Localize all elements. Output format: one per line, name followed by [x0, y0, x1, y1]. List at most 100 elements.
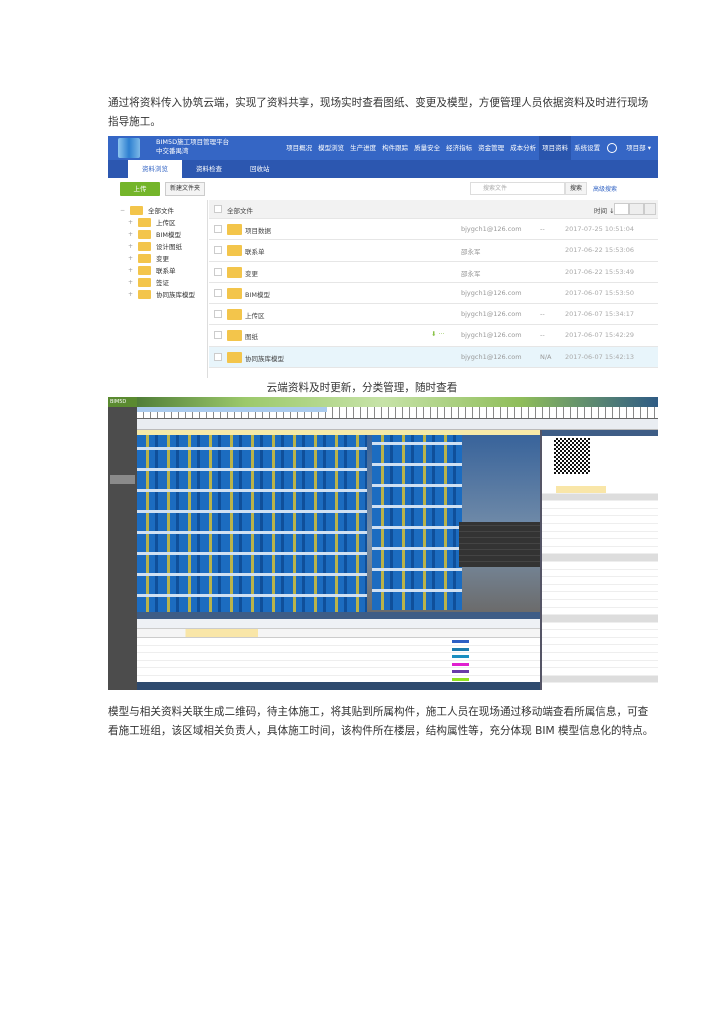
task-color-bar: [452, 640, 469, 643]
sort-by-time[interactable]: 时间 ↓: [594, 205, 615, 215]
search-button[interactable]: 搜索: [565, 182, 587, 195]
timeline-ruler[interactable]: [137, 407, 658, 419]
folder-tree: − 全部文件 + 上传区 + BIM模型 + 设计图纸 + 变更 + 联系单 + 签证 + 协同…: [108, 200, 208, 378]
nav-item[interactable]: 资金管理: [475, 136, 507, 160]
row-checkbox[interactable]: [214, 225, 222, 233]
row-checkbox[interactable]: [214, 288, 222, 297]
nav-item[interactable]: 构件跟踪: [379, 136, 411, 160]
platform-title: BIM5D施工项目管理平台: [156, 138, 230, 146]
properties-panel: [540, 430, 658, 690]
tree-node[interactable]: + 变更: [128, 252, 169, 264]
folder-icon: [138, 217, 151, 227]
caption: 云端资料及时更新，分类管理，随时查看: [266, 382, 458, 394]
folder-icon: [227, 224, 242, 235]
platform-header: BIM5D施工项目管理平台 中交番禺湾 项目概况 模型浏览 生产进度 构件跟踪 …: [108, 136, 658, 160]
search-input[interactable]: 搜索文件: [470, 182, 565, 195]
file-time: 2017-06-22 15:53:06: [565, 246, 635, 255]
file-row[interactable]: BIM模型 bjygch1@126.com 2017-06-07 15:53:5…: [209, 283, 658, 305]
app-titlebar: [108, 397, 658, 407]
folder-icon: [227, 245, 242, 257]
property-row: [542, 668, 658, 676]
sidebar-item[interactable]: [110, 419, 135, 428]
schedule-row[interactable]: [137, 638, 540, 646]
main-nav: 项目概况 模型浏览 生产进度 构件跟踪 质量安全 经济指标 资金管理 成本分析 …: [283, 136, 654, 160]
schedule-row[interactable]: [137, 661, 540, 668]
file-name[interactable]: 联系单: [245, 246, 265, 256]
nav-item[interactable]: 生产进度: [347, 136, 379, 160]
row-checkbox[interactable]: [214, 246, 222, 255]
refresh-icon[interactable]: [614, 203, 629, 215]
download-icon[interactable]: ⬇ ···: [431, 330, 445, 338]
tree-node[interactable]: + 协同族库模型: [128, 288, 195, 300]
advanced-search-link[interactable]: 高级搜索: [593, 184, 617, 193]
file-owner: bjygch1@126.com: [461, 331, 522, 340]
nav-item[interactable]: 项目概况: [283, 136, 315, 160]
nav-item[interactable]: 模型浏览: [315, 136, 347, 160]
tab-recycle[interactable]: 回收站: [236, 160, 284, 178]
sidebar-item[interactable]: [110, 504, 135, 513]
schedule-table: [137, 612, 540, 690]
file-name[interactable]: 项目数据: [245, 225, 271, 235]
file-name[interactable]: 图纸: [245, 331, 258, 341]
tree-node[interactable]: + 签证: [128, 276, 169, 288]
sidebar-item-active[interactable]: [110, 475, 135, 484]
file-name[interactable]: 变更: [245, 268, 258, 278]
row-checkbox[interactable]: [214, 310, 222, 319]
user-avatar-icon[interactable]: [607, 143, 618, 153]
nav-item[interactable]: 质量安全: [411, 136, 443, 160]
file-row[interactable]: 图纸 ⬇ ··· bjygch1@126.com -- 2017-06-07 1…: [209, 325, 658, 347]
nav-item[interactable]: 成本分析: [507, 136, 539, 160]
row-checkbox[interactable]: [214, 267, 222, 276]
nav-item[interactable]: 经济指标: [443, 136, 475, 160]
property-row: [542, 562, 658, 570]
sidebar-item[interactable]: [110, 491, 135, 500]
tree-node[interactable]: + 联系单: [128, 264, 176, 276]
file-name[interactable]: 协同族库模型: [245, 353, 284, 363]
tab-browse[interactable]: 资料浏览: [128, 160, 182, 178]
tree-view-icon[interactable]: [629, 203, 644, 215]
file-name[interactable]: 上传区: [245, 310, 265, 320]
nav-item-active[interactable]: 项目资料: [539, 136, 572, 160]
row-checkbox[interactable]: [214, 331, 222, 340]
schedule-row[interactable]: [137, 668, 540, 676]
property-row: [542, 653, 658, 661]
new-folder-button[interactable]: 新建文件夹: [165, 182, 205, 196]
sidebar-item[interactable]: [110, 432, 135, 441]
3d-viewport[interactable]: [137, 430, 540, 615]
file-time: 2017-06-07 15:42:29: [565, 331, 635, 340]
select-all-checkbox[interactable]: [214, 205, 222, 213]
file-owner: 邵永军: [461, 248, 481, 257]
property-row: [542, 524, 658, 532]
file-size: --: [540, 310, 545, 319]
user-menu[interactable]: 项目部 ▾: [623, 136, 654, 160]
sub-tabs: 资料浏览 资料检查 回收站: [108, 160, 658, 178]
grid-view-icon[interactable]: [644, 203, 656, 215]
file-row[interactable]: 项目数据 bjygch1@126.com -- 2017-07-25 10:51…: [209, 219, 658, 241]
schedule-row[interactable]: [137, 646, 540, 653]
tree-root[interactable]: − 全部文件: [120, 204, 174, 216]
task-color-bar: [452, 677, 469, 681]
upload-button[interactable]: 上传: [120, 182, 160, 196]
row-checkbox[interactable]: [214, 352, 222, 361]
file-row[interactable]: 上传区 bjygch1@126.com -- 2017-06-07 15:34:…: [209, 304, 658, 326]
sidebar-item[interactable]: [110, 445, 135, 454]
file-name[interactable]: BIM模型: [245, 289, 270, 299]
nav-item[interactable]: 系统设置: [571, 136, 603, 160]
tree-node[interactable]: + BIM模型: [128, 228, 181, 240]
file-row[interactable]: 协同族库模型 bjygch1@126.com N/A 2017-06-07 15…: [209, 346, 658, 369]
tree-node[interactable]: + 上传区: [128, 216, 176, 228]
property-row: [542, 493, 658, 502]
property-row: [542, 638, 658, 646]
folder-icon: [227, 351, 242, 363]
file-row[interactable]: 变更 邵永军 2017-06-22 15:53:49: [209, 262, 658, 283]
folder-icon: [227, 287, 242, 299]
sidebar-item[interactable]: [110, 462, 135, 471]
file-time: 2017-06-07 15:34:17: [565, 310, 635, 319]
tree-node[interactable]: + 设计图纸: [128, 240, 182, 252]
folder-icon: [227, 330, 242, 342]
file-row[interactable]: 联系单 邵永军 2017-06-22 15:53:06: [209, 240, 658, 262]
sidebar-item[interactable]: [110, 517, 135, 526]
schedule-row[interactable]: [137, 653, 540, 661]
tab-check[interactable]: 资料检查: [182, 160, 236, 178]
file-owner: bjygch1@126.com: [461, 352, 522, 361]
